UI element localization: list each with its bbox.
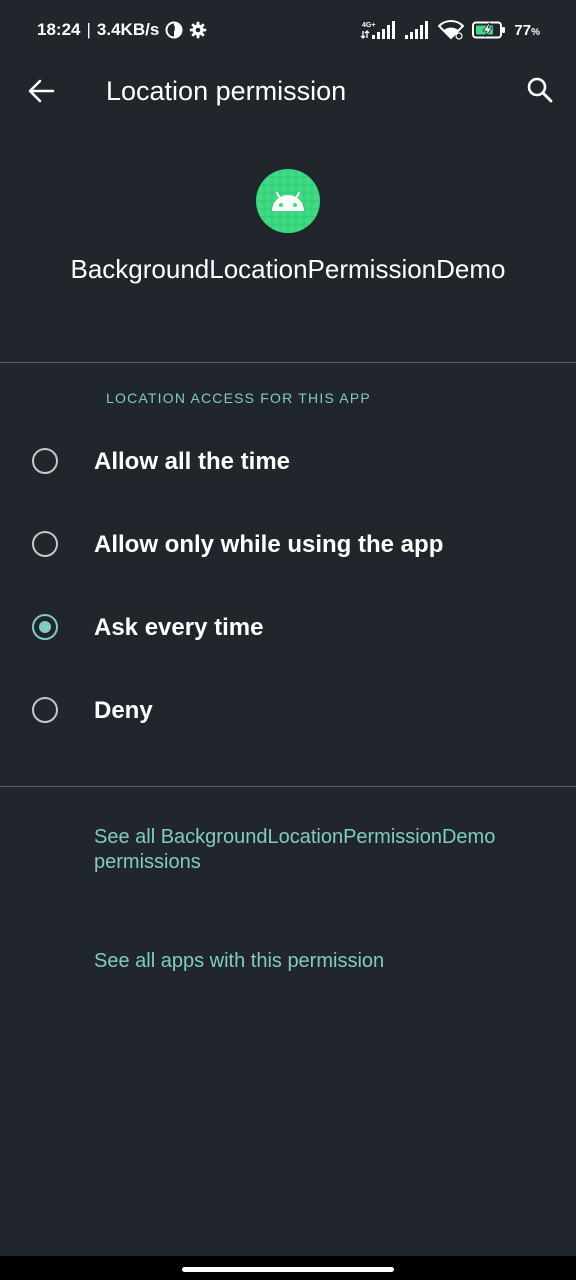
option-label: Allow only while using the app: [94, 531, 444, 558]
status-bar: 18:24 | 3.4KB/s 4G+ 77%: [0, 0, 576, 64]
search-icon: [526, 76, 554, 109]
arrow-back-icon: [27, 77, 55, 110]
option-ask-every-time[interactable]: Ask every time: [0, 587, 576, 670]
radio-button-selected[interactable]: [32, 614, 58, 640]
battery-percent: 77%: [514, 21, 540, 39]
status-time: 18:24: [37, 20, 81, 39]
radio-button[interactable]: [32, 448, 58, 474]
signal-icon: [404, 20, 430, 40]
divider: [0, 786, 576, 787]
signal-4g-icon: 4G+: [360, 20, 396, 40]
see-all-apps-link[interactable]: See all apps with this permission: [94, 949, 384, 974]
option-deny[interactable]: Deny: [0, 670, 576, 753]
network-speed: 3.4KB/s: [96, 20, 160, 39]
section-header: LOCATION ACCESS FOR THIS APP: [106, 390, 371, 406]
search-button[interactable]: [522, 74, 558, 110]
option-label: Ask every time: [94, 614, 264, 641]
toolbar: Location permission: [0, 64, 576, 120]
radio-button[interactable]: [32, 697, 58, 723]
back-button[interactable]: [24, 76, 58, 110]
home-gesture-handle[interactable]: [182, 1267, 394, 1272]
network-type-label: 4G+: [362, 22, 375, 29]
option-allow-while-using[interactable]: Allow only while using the app: [0, 504, 576, 587]
option-label: Allow all the time: [94, 448, 291, 475]
status-left: 18:24 | 3.4KB/s: [37, 20, 207, 40]
app-name: BackgroundLocationPermissionDemo: [70, 254, 506, 284]
data-saver-icon: [165, 21, 183, 39]
divider: [0, 362, 576, 363]
radio-button[interactable]: [32, 531, 58, 557]
option-label: Deny: [94, 697, 153, 724]
settings-gear-icon: [189, 21, 207, 39]
status-right: 4G+ 77%: [360, 20, 540, 40]
navigation-bar: [0, 1256, 576, 1280]
wifi-icon: [438, 20, 465, 40]
permission-options: Allow all the time Allow only while usin…: [0, 421, 576, 753]
battery-charging-icon: [472, 21, 506, 39]
android-app-icon: [256, 169, 320, 233]
see-all-permissions-link[interactable]: See all BackgroundLocationPermissionDemo…: [94, 825, 514, 875]
status-separator: |: [86, 20, 91, 39]
option-allow-all-the-time[interactable]: Allow all the time: [0, 421, 576, 504]
page-title: Location permission: [106, 76, 347, 106]
